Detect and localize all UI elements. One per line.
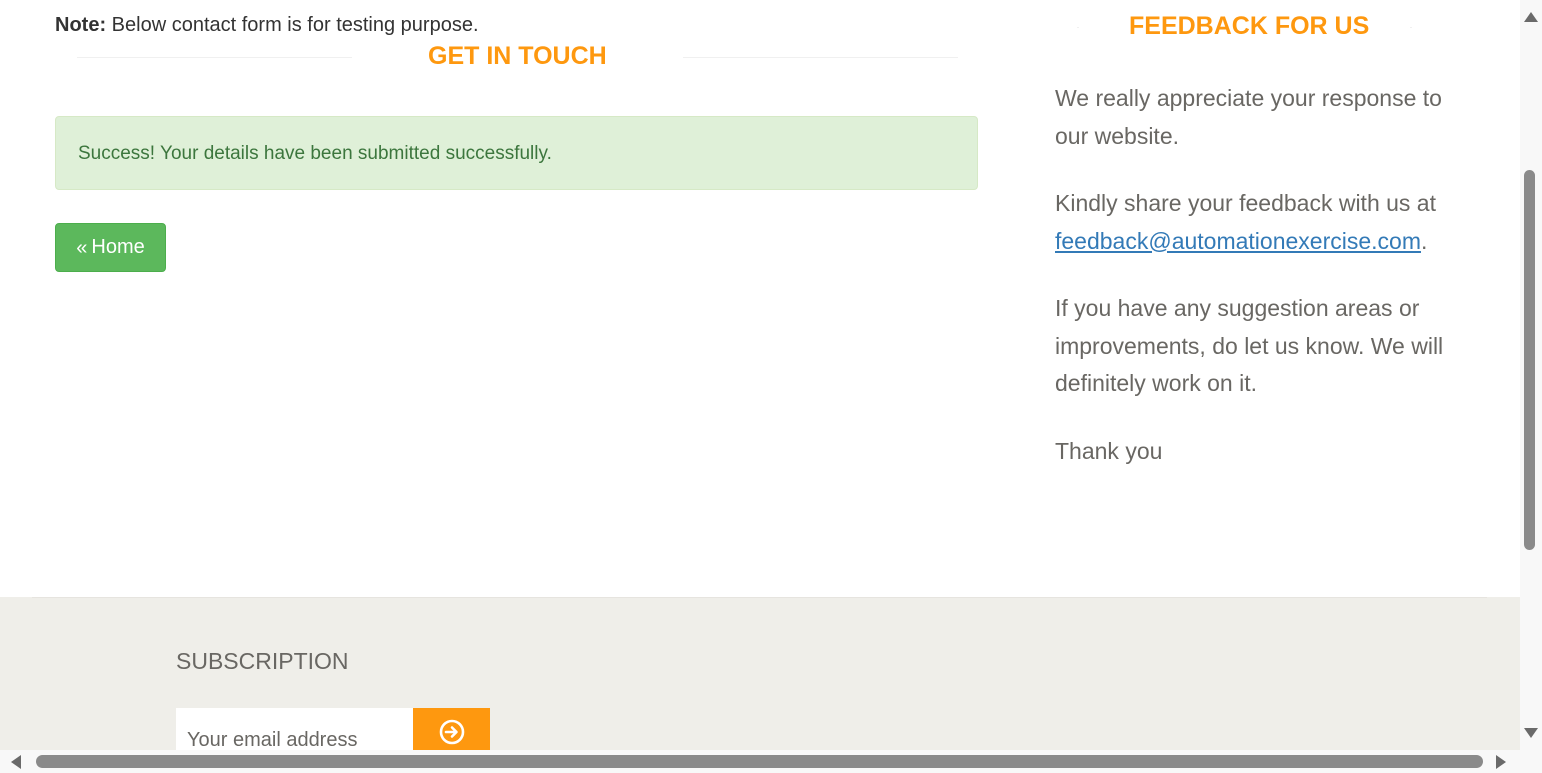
feedback-heading: FEEDBACK FOR US (1129, 12, 1370, 40)
success-message: Success! Your details have been submitte… (78, 143, 552, 164)
feedback-paragraph-appreciate: We really appreciate your response to ou… (1055, 85, 1442, 149)
feedback-paragraph-share: Kindly share your feedback with us at fe… (1055, 185, 1455, 260)
home-button[interactable]: « Home (55, 223, 166, 272)
horizontal-scrollbar[interactable] (0, 750, 1542, 773)
circle-arrow-right-icon (439, 719, 465, 748)
scroll-right-arrow-icon[interactable] (1496, 755, 1506, 769)
heading-divider-left (77, 57, 352, 58)
feedback-divider-left (1077, 27, 1079, 28)
get-in-touch-heading: GET IN TOUCH (428, 42, 607, 70)
feedback-content: We really appreciate your response to ou… (1055, 80, 1455, 500)
feedback-paragraph-suggestion: If you have any suggestion areas or impr… (1055, 295, 1444, 396)
feedback-email-link[interactable]: feedback@automationexercise.com (1055, 228, 1421, 254)
subscription-title: SUBSCRIPTION (176, 648, 349, 674)
feedback-paragraph-thanks: Thank you (1055, 437, 1163, 464)
feedback-divider-right (1410, 27, 1412, 28)
double-angle-left-icon: « (76, 236, 88, 259)
scroll-up-arrow-icon[interactable] (1524, 12, 1538, 22)
note-text: Below contact form is for testing purpos… (106, 14, 479, 36)
success-alert: Success! Your details have been submitte… (55, 116, 978, 190)
footer-divider (32, 597, 1487, 598)
vertical-scroll-thumb[interactable] (1524, 170, 1535, 550)
vertical-scrollbar[interactable] (1520, 0, 1542, 750)
testing-note: Note: Below contact form is for testing … (55, 14, 479, 37)
footer: SUBSCRIPTION (0, 597, 1520, 773)
horizontal-scroll-thumb[interactable] (36, 755, 1483, 768)
note-label: Note: (55, 14, 107, 36)
heading-divider-right (683, 57, 958, 58)
feedback-share-suffix: . (1420, 227, 1428, 254)
scroll-left-arrow-icon[interactable] (11, 755, 21, 769)
scroll-down-arrow-icon[interactable] (1524, 728, 1538, 738)
home-button-label: Home (91, 236, 145, 258)
feedback-share-text: Kindly share your feedback with us at (1055, 190, 1436, 216)
